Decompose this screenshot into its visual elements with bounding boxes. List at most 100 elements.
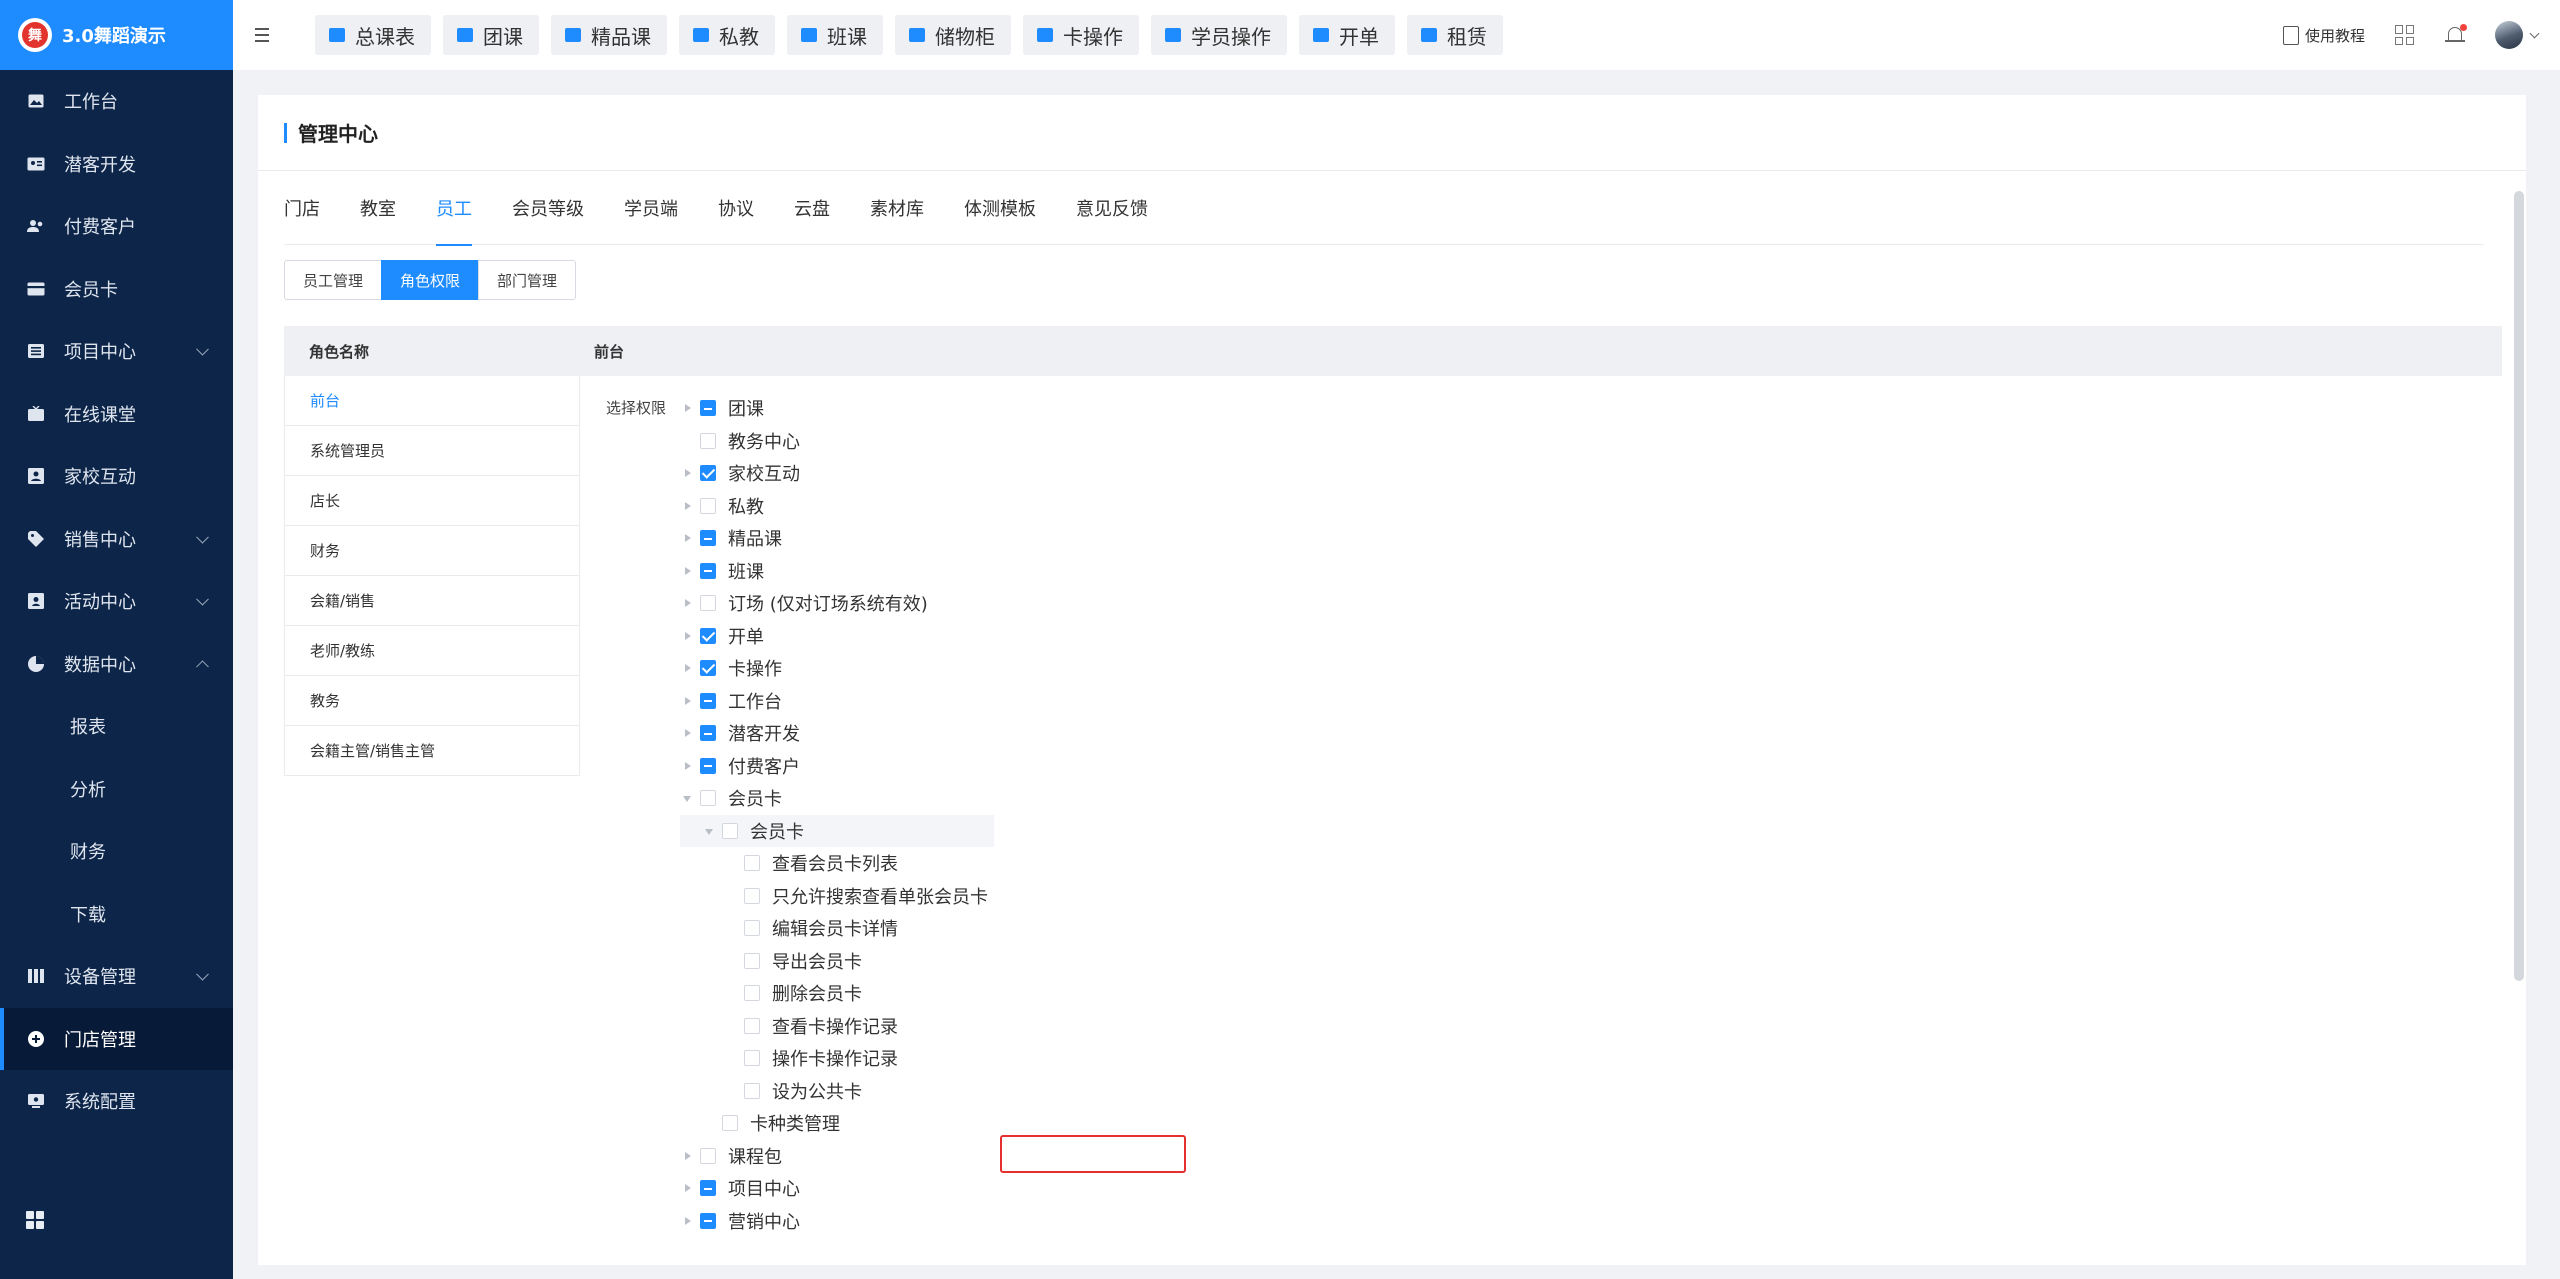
permission-checkbox[interactable] (700, 1212, 716, 1229)
sidebar-item[interactable]: 门店管理 (0, 1007, 233, 1070)
tab-item[interactable]: 门店 (284, 195, 320, 245)
brand[interactable]: 舞 3.0舞蹈演示 (0, 0, 233, 70)
caret-down-icon[interactable] (702, 823, 718, 839)
sidebar-item[interactable]: 家校互动 (0, 445, 233, 508)
sidebar-item[interactable]: 设备管理 (0, 945, 233, 1008)
tab-item[interactable]: 意见反馈 (1076, 195, 1148, 245)
quick-button[interactable]: 学员操作 (1151, 15, 1287, 55)
caret-right-icon[interactable] (680, 758, 696, 774)
quick-button[interactable]: 储物柜 (895, 15, 1011, 55)
permission-checkbox[interactable] (744, 887, 760, 904)
permission-checkbox[interactable] (700, 790, 716, 807)
tree-node[interactable]: 开单 (680, 620, 1480, 653)
permission-checkbox[interactable] (700, 757, 716, 774)
permission-checkbox[interactable] (700, 627, 716, 644)
permission-checkbox[interactable] (700, 595, 716, 612)
tree-node[interactable]: 家校互动 (680, 457, 1480, 490)
role-item[interactable]: 财务 (284, 526, 580, 576)
segment-button[interactable]: 部门管理 (478, 260, 577, 300)
tree-node[interactable]: 操作卡操作记录 (680, 1042, 1480, 1075)
permission-checkbox[interactable] (744, 920, 760, 937)
bell-icon[interactable] (2445, 24, 2467, 46)
caret-right-icon[interactable] (680, 1148, 696, 1164)
tree-node[interactable]: 设为公共卡 (680, 1075, 1480, 1108)
tree-node[interactable]: 项目中心 (680, 1172, 1480, 1205)
collapse-menu-icon[interactable] (255, 20, 285, 50)
sidebar-item[interactable]: 工作台 (0, 70, 233, 133)
tab-item[interactable]: 员工 (436, 195, 472, 246)
tree-node[interactable]: 会员卡 (680, 814, 994, 847)
tree-node[interactable]: 班课 (680, 555, 1480, 588)
sidebar-item[interactable]: 数据中心 (0, 633, 233, 696)
tree-node[interactable]: 营销中心 (680, 1205, 1480, 1238)
tree-node[interactable]: 工作台 (680, 685, 1480, 718)
sidebar-item[interactable]: 潜客开发 (0, 133, 233, 196)
caret-right-icon[interactable] (680, 628, 696, 644)
tree-node[interactable]: 编辑会员卡详情 (680, 912, 1480, 945)
caret-right-icon[interactable] (680, 725, 696, 741)
quick-button[interactable]: 私教 (679, 15, 775, 55)
sidebar-item[interactable]: 会员卡 (0, 258, 233, 321)
quick-button[interactable]: 团课 (443, 15, 539, 55)
sidebar-item[interactable]: 付费客户 (0, 195, 233, 258)
sidebar-item[interactable]: 系统配置 (0, 1070, 233, 1133)
permission-checkbox[interactable] (744, 985, 760, 1002)
permission-checkbox[interactable] (744, 1050, 760, 1067)
caret-right-icon[interactable] (680, 595, 696, 611)
caret-right-icon[interactable] (680, 498, 696, 514)
tree-node[interactable]: 删除会员卡 (680, 977, 1480, 1010)
permission-checkbox[interactable] (700, 1180, 716, 1197)
sidebar-item[interactable]: 分析 (0, 758, 233, 821)
tab-item[interactable]: 学员端 (624, 195, 678, 245)
role-item[interactable]: 店长 (284, 476, 580, 526)
permission-checkbox[interactable] (700, 1147, 716, 1164)
role-item[interactable]: 前台 (284, 376, 580, 426)
segment-button[interactable]: 角色权限 (381, 260, 480, 300)
tree-node[interactable]: 只允许搜索查看单张会员卡 (680, 880, 1480, 913)
quick-button[interactable]: 精品课 (551, 15, 667, 55)
tree-node[interactable]: 卡操作 (680, 652, 1480, 685)
permission-checkbox[interactable] (700, 432, 716, 449)
quick-button[interactable]: 开单 (1299, 15, 1395, 55)
quick-button[interactable]: 卡操作 (1023, 15, 1139, 55)
tree-node[interactable]: 教务中心 (680, 425, 1480, 458)
tab-item[interactable]: 会员等级 (512, 195, 584, 245)
tab-item[interactable]: 素材库 (870, 195, 924, 245)
tree-node[interactable]: 会员卡 (680, 782, 1480, 815)
tab-item[interactable]: 体测模板 (964, 195, 1036, 245)
tree-node[interactable]: 付费客户 (680, 750, 1480, 783)
tree-node[interactable]: 私教 (680, 490, 1480, 523)
caret-right-icon[interactable] (680, 530, 696, 546)
tree-node[interactable]: 团课 (680, 392, 1480, 425)
permission-checkbox[interactable] (744, 1082, 760, 1099)
caret-right-icon[interactable] (680, 563, 696, 579)
caret-right-icon[interactable] (680, 660, 696, 676)
caret-right-icon[interactable] (680, 693, 696, 709)
permission-checkbox[interactable] (722, 1115, 738, 1132)
user-menu[interactable] (2495, 21, 2540, 49)
permission-checkbox[interactable] (700, 497, 716, 514)
caret-right-icon[interactable] (680, 1213, 696, 1229)
tree-node[interactable]: 订场 (仅对订场系统有效) (680, 587, 1480, 620)
permission-checkbox[interactable] (744, 855, 760, 872)
tab-item[interactable]: 教室 (360, 195, 396, 245)
permission-checkbox[interactable] (700, 530, 716, 547)
permission-checkbox[interactable] (700, 660, 716, 677)
quick-button[interactable]: 班课 (787, 15, 883, 55)
tree-node[interactable]: 查看卡操作记录 (680, 1010, 1480, 1043)
sidebar-item[interactable]: 财务 (0, 820, 233, 883)
permission-checkbox[interactable] (700, 465, 716, 482)
permission-checkbox[interactable] (700, 400, 716, 417)
grid-menu-icon[interactable] (26, 1211, 44, 1229)
scrollbar[interactable] (2514, 191, 2524, 981)
permission-checkbox[interactable] (700, 562, 716, 579)
role-item[interactable]: 会籍/销售 (284, 576, 580, 626)
quick-button[interactable]: 租赁 (1407, 15, 1503, 55)
permission-checkbox[interactable] (744, 1017, 760, 1034)
role-item[interactable]: 教务 (284, 676, 580, 726)
role-item[interactable]: 老师/教练 (284, 626, 580, 676)
permission-checkbox[interactable] (744, 952, 760, 969)
sidebar-item[interactable]: 在线课堂 (0, 383, 233, 446)
sidebar-item[interactable]: 活动中心 (0, 570, 233, 633)
tree-node[interactable]: 潜客开发 (680, 717, 1480, 750)
